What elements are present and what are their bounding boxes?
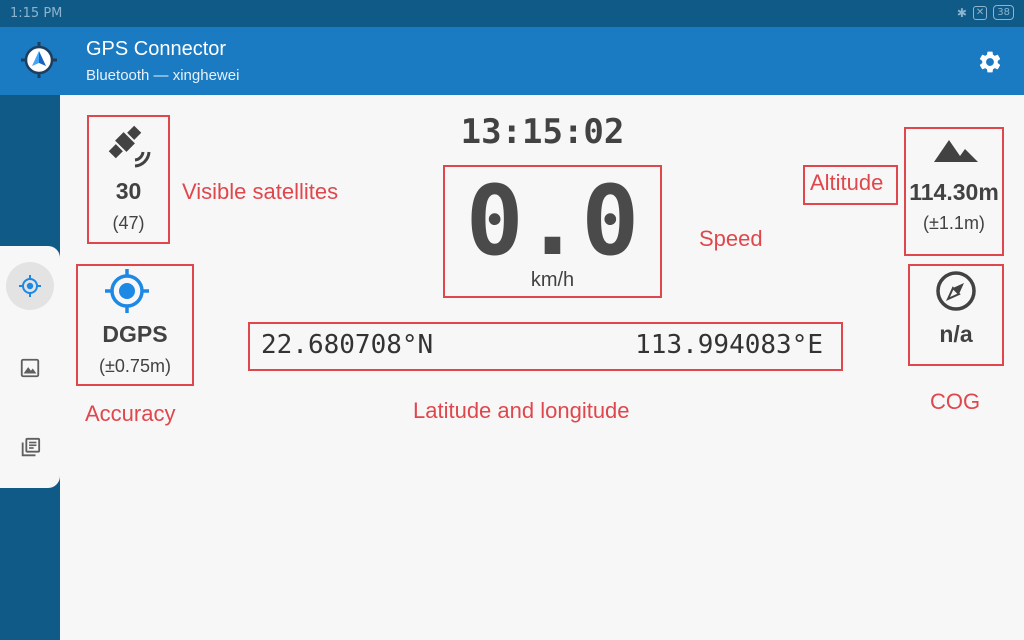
terrain-icon [934, 140, 978, 162]
altitude-error: (±1.1m) [923, 213, 985, 233]
library-books-icon [21, 437, 41, 457]
clock: 13:15:02 [460, 112, 625, 152]
compass-icon [936, 271, 976, 311]
accuracy-fix: DGPS [102, 321, 168, 347]
annotation-altitude: Altitude [810, 170, 884, 195]
bluetooth-icon: ✱ [956, 5, 967, 20]
annotation-satellites: Visible satellites [182, 179, 339, 204]
navigation-rail [0, 246, 60, 488]
annotation-latlon: Latitude and longitude [413, 398, 630, 423]
gps-logo-icon [21, 42, 57, 78]
rail-log[interactable] [6, 424, 54, 472]
accuracy-value: (±0.75m) [99, 356, 171, 376]
gps-fixed-icon [105, 269, 149, 313]
battery-icon: 38 [993, 5, 1014, 20]
altitude-value: 114.30m [909, 179, 999, 205]
speed-unit: km/h [530, 269, 575, 291]
longitude: 113.994083°E [635, 330, 823, 360]
app-bar: GPS Connector Bluetooth — xinghewei [0, 27, 1024, 95]
rail-image[interactable] [6, 344, 54, 392]
app-title: GPS Connector [86, 38, 227, 60]
crosshair-location-icon [19, 275, 41, 297]
close-box-icon: ✕ [972, 5, 988, 20]
satellites-total: (47) [112, 213, 145, 233]
latitude: 22.680708°N [261, 330, 434, 360]
satellite-icon [108, 125, 151, 168]
app-subtitle: Bluetooth — xinghewei [86, 67, 240, 84]
annotation-cog: COG [930, 389, 981, 414]
annotation-speed: Speed [699, 226, 763, 251]
satellites-visible: 30 [115, 178, 142, 204]
gear-icon[interactable] [977, 49, 1003, 75]
rail-location[interactable] [6, 262, 54, 310]
status-icons: ✱ ✕ 38 [957, 5, 1014, 20]
annotation-accuracy: Accuracy [85, 401, 176, 426]
image-icon [20, 358, 40, 378]
status-time: 1:15 PM [10, 6, 63, 21]
cog-value: n/a [939, 321, 973, 347]
status-bar: 1:15 PM ✱ ✕ 38 [0, 0, 1024, 27]
speed-value: 0.0 [465, 165, 640, 277]
